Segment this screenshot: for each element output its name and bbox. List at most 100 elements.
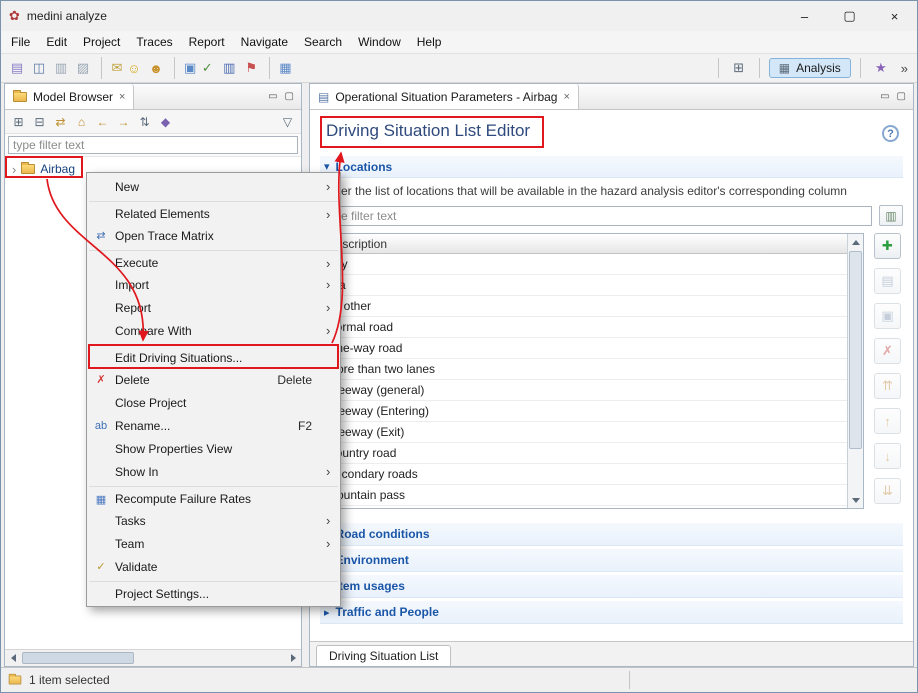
menu-item-show-properties-view[interactable]: Show Properties View [89, 437, 338, 460]
table-row[interactable]: Normal road [321, 317, 847, 338]
maximize-view-icon[interactable]: ▢ [897, 91, 906, 102]
table-header[interactable]: Description [321, 234, 847, 254]
table-row[interactable]: More than two lanes [321, 359, 847, 380]
scrollbar-thumb[interactable] [22, 652, 134, 664]
menu-item-project-settings[interactable]: Project Settings... [89, 581, 338, 604]
menubar-window[interactable]: Window [350, 32, 409, 52]
menu-item-compare-with[interactable]: Compare With › [89, 319, 338, 342]
help-icon[interactable]: ? [882, 125, 899, 142]
add-location-button[interactable]: ✚ [874, 233, 901, 259]
delete-location-button[interactable]: ✗ [874, 338, 901, 364]
menubar-edit[interactable]: Edit [38, 32, 75, 52]
move-top-button[interactable]: ⇈ [874, 373, 901, 399]
model-browser-tab[interactable]: Model Browser × [5, 84, 134, 109]
menu-item-close-project[interactable]: Close Project [89, 391, 338, 414]
expand-all-icon[interactable]: ⊞ [9, 112, 28, 131]
table-row[interactable]: Freeway (Entering) [321, 401, 847, 422]
menu-item-delete[interactable]: ✗ Delete Delete [89, 368, 338, 391]
menu-item-edit-driving-situations[interactable]: Edit Driving Situations... [89, 345, 338, 368]
move-up-button[interactable]: ↑ [874, 408, 901, 434]
move-down-button[interactable]: ↓ [874, 443, 901, 469]
filter-icon[interactable]: ◆ [156, 112, 175, 131]
menubar-project[interactable]: Project [75, 32, 128, 52]
analysis-perspective-button[interactable]: ▦ Analysis [769, 58, 851, 78]
table-row[interactable]: Freeway (general) [321, 380, 847, 401]
scroll-right-button[interactable] [285, 650, 301, 666]
menu-item-recompute-failure-rates[interactable]: ▦ Recompute Failure Rates [89, 486, 338, 509]
edit-location-button[interactable]: ▤ [874, 268, 901, 294]
menu-item-validate[interactable]: ✓ Validate [89, 555, 338, 578]
table-vertical-scrollbar[interactable] [847, 234, 863, 508]
home-icon[interactable]: ⌂ [72, 112, 91, 131]
editor-tab[interactable]: ▤ Operational Situation Parameters - Air… [310, 84, 579, 109]
locations-filter-input[interactable] [320, 206, 872, 226]
toolbar-overflow-chevron[interactable]: » [897, 61, 912, 76]
menu-item-open-trace-matrix[interactable]: ⇄ Open Trace Matrix [89, 224, 338, 247]
menu-item-related-elements[interactable]: Related Elements › [89, 201, 338, 224]
maximize-view-icon[interactable]: ▢ [285, 91, 294, 102]
table-row[interactable]: Country road [321, 443, 847, 464]
table-row[interactable]: N/a [321, 275, 847, 296]
validate-document-icon[interactable]: ✓ [196, 57, 218, 79]
review-closed-icon[interactable]: ☻ [145, 57, 167, 79]
close-tab-icon[interactable]: × [119, 91, 125, 103]
menu-item-report[interactable]: Report › [89, 296, 338, 319]
table-row[interactable]: Mountain pass [321, 485, 847, 506]
forward-icon[interactable]: → [114, 112, 133, 131]
menu-item-tasks[interactable]: Tasks › [89, 509, 338, 532]
expander-icon[interactable]: › [12, 162, 16, 177]
filter-options-button[interactable]: ▥ [879, 205, 903, 226]
open-perspective-icon[interactable]: ⊞ [728, 57, 750, 79]
menu-item-execute[interactable]: Execute › [89, 250, 338, 273]
link-with-editor-icon[interactable]: ⇄ [51, 112, 70, 131]
library-icon[interactable]: ▥ [218, 57, 240, 79]
scroll-down-button[interactable] [848, 492, 863, 508]
bookmark-flag-icon[interactable]: ⚑ [240, 57, 262, 79]
save-icon[interactable]: ◫ [28, 57, 50, 79]
view-menu-icon[interactable]: ▽ [278, 112, 297, 131]
menu-item-show-in[interactable]: Show In › [89, 460, 338, 483]
horizontal-scrollbar[interactable] [5, 649, 301, 666]
section-item-usages[interactable]: ▸ Item usages [320, 575, 903, 598]
scroll-up-button[interactable] [848, 234, 863, 250]
maximize-button[interactable]: ▢ [827, 1, 872, 31]
table-row[interactable]: One-way road [321, 338, 847, 359]
collapse-all-icon[interactable]: ⊟ [30, 112, 49, 131]
report-table-icon[interactable]: ▦ [269, 57, 291, 79]
sort-icon[interactable]: ⇅ [135, 112, 154, 131]
menu-item-new[interactable]: New › [89, 175, 338, 198]
review-open-icon[interactable]: ☺ [123, 57, 145, 79]
close-button[interactable]: × [872, 1, 917, 31]
section-road-conditions[interactable]: ▸ Road conditions [320, 523, 903, 546]
table-row[interactable]: Secondary roads [321, 464, 847, 485]
new-comment-icon[interactable]: ✉ [101, 57, 123, 79]
scrollbar-thumb[interactable] [849, 251, 862, 449]
menubar-navigate[interactable]: Navigate [233, 32, 296, 52]
minimize-view-icon[interactable]: ▭ [268, 91, 277, 102]
menubar-search[interactable]: Search [296, 32, 350, 52]
checklist-icon[interactable]: ▣ [174, 57, 196, 79]
minimize-view-icon[interactable]: ▭ [880, 91, 889, 102]
save-all-icon[interactable]: ▥ [50, 57, 72, 79]
print-icon[interactable]: ▨ [72, 57, 94, 79]
menu-item-team[interactable]: Team › [89, 532, 338, 555]
back-icon[interactable]: ← [93, 112, 112, 131]
table-row[interactable]: Freeway (Exit) [321, 422, 847, 443]
menubar-report[interactable]: Report [181, 32, 233, 52]
analysis-wizard-icon[interactable]: ★ [870, 57, 892, 79]
menubar-file[interactable]: File [3, 32, 38, 52]
menu-item-import[interactable]: Import › [89, 273, 338, 296]
section-environment[interactable]: ▸ Environment [320, 549, 903, 572]
new-model-icon[interactable]: ▤ [6, 57, 28, 79]
duplicate-location-button[interactable]: ▣ [874, 303, 901, 329]
close-editor-icon[interactable]: × [563, 91, 569, 103]
minimize-button[interactable]: – [782, 1, 827, 31]
table-row[interactable]: Any [321, 254, 847, 275]
driving-situation-list-tab[interactable]: Driving Situation List [316, 645, 451, 666]
model-filter-input[interactable] [8, 136, 298, 154]
menubar-traces[interactable]: Traces [128, 32, 180, 52]
menubar-help[interactable]: Help [409, 32, 450, 52]
scroll-left-button[interactable] [5, 650, 21, 666]
section-locations[interactable]: ▾ Locations [320, 156, 903, 178]
move-bottom-button[interactable]: ⇊ [874, 478, 901, 504]
